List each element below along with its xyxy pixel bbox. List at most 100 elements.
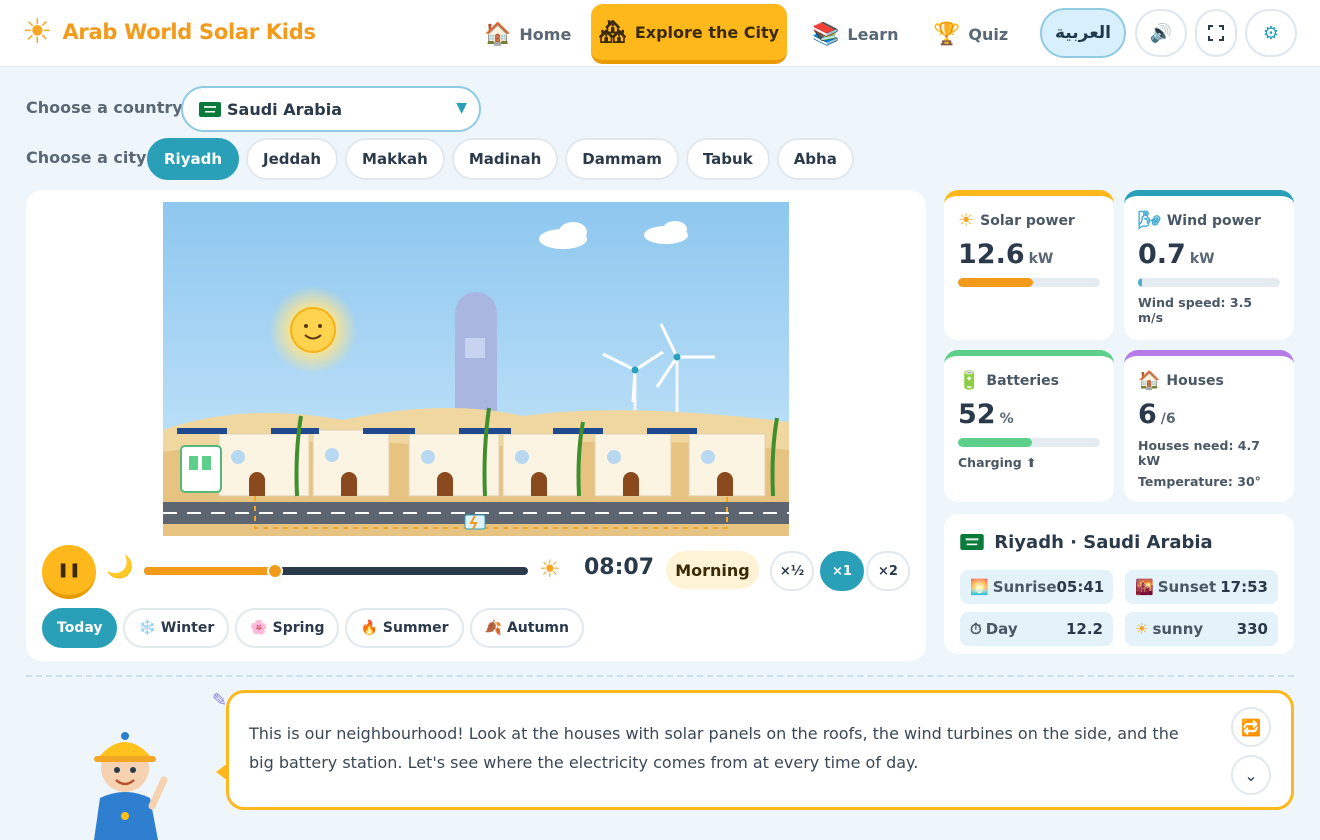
sunset-label: Sunset bbox=[1157, 578, 1217, 596]
sunrise-icon: 🌅 bbox=[970, 578, 989, 596]
wind-icon: 🌬 bbox=[1138, 210, 1161, 231]
guide-mascot bbox=[94, 732, 168, 840]
country-label: Choose a country bbox=[26, 98, 183, 117]
section-divider bbox=[26, 675, 1294, 677]
season-label: Winter bbox=[160, 620, 215, 636]
nav-quiz[interactable]: 🏆 Quiz bbox=[933, 4, 1008, 64]
solar-power-label: Solar power bbox=[980, 212, 1075, 229]
batteries-card: 🔋 Batteries 52% Charging ⬆ bbox=[944, 350, 1114, 502]
app-title: Arab World Solar Kids bbox=[62, 20, 316, 44]
sound-button[interactable]: 🔊 bbox=[1135, 9, 1187, 57]
wind-power-card: 🌬 Wind power 0.7 kW Wind speed: 3.5 m/s bbox=[1124, 190, 1294, 340]
season-winter[interactable]: ❄️ Winter bbox=[123, 608, 230, 648]
solar-power-value: 12.6 bbox=[958, 239, 1025, 270]
next-button[interactable]: ⌄ bbox=[1231, 755, 1271, 795]
top-bar: ☀ Arab World Solar Kids 🏠 Home 🏘 Explore… bbox=[0, 0, 1320, 67]
speed-button-1[interactable]: ×1 bbox=[820, 551, 864, 591]
day-length-chip: ⏱ Day 12.2 bbox=[960, 612, 1113, 646]
fullscreen-icon bbox=[1208, 25, 1224, 41]
houses-label: Houses bbox=[1166, 372, 1224, 389]
guide-text: This is our neighbourhood! Look at the h… bbox=[249, 724, 1179, 772]
time-slider-knob[interactable] bbox=[266, 563, 283, 579]
settings-button[interactable]: ⚙ bbox=[1245, 9, 1297, 57]
speed-button-2[interactable]: ×2 bbox=[866, 551, 910, 591]
country-select[interactable]: Saudi Arabia ▼ bbox=[181, 86, 481, 132]
season-spring[interactable]: 🌸 Spring bbox=[235, 608, 340, 648]
weather-value: 330 bbox=[1236, 620, 1268, 638]
houses-value: 6 bbox=[1138, 399, 1157, 430]
sunset-chip: 🌇 Sunset 17:53 bbox=[1125, 570, 1278, 604]
sunrise-chip: 🌅 Sunrise 05:41 bbox=[960, 570, 1113, 604]
fullscreen-button[interactable] bbox=[1195, 9, 1237, 57]
city-info-card: Riyadh · Saudi Arabia 🌅 Sunrise 05:41 🌇 … bbox=[944, 514, 1294, 654]
solar-power-unit: kW bbox=[1028, 251, 1054, 267]
time-slider[interactable] bbox=[144, 563, 528, 579]
city-label: Choose a city bbox=[26, 148, 147, 167]
season-label: Today bbox=[57, 620, 103, 636]
house-icon: 🏠 bbox=[484, 21, 512, 47]
saudi-flag-icon bbox=[960, 534, 984, 550]
solar-power-bar-fill bbox=[958, 278, 1034, 287]
city-scene-card: ❚❚ 🌙 ☀ 08:07 Morning ×½ ×1 ×2 Today ❄️ Winte… bbox=[26, 190, 926, 661]
nav-home-label: Home bbox=[519, 24, 572, 44]
battery-icon: 🔋 bbox=[958, 370, 981, 391]
pause-icon: ❚❚ bbox=[57, 562, 81, 578]
houses-card: 🏠 Houses 6/6 Houses need: 4.7 kW Temperat… bbox=[1124, 350, 1294, 502]
day-length-value: 12.2 bbox=[1065, 620, 1103, 638]
wind-speed-note: Wind speed: 3.5 m/s bbox=[1138, 295, 1253, 325]
city-option-riyadh[interactable]: Riyadh bbox=[147, 138, 240, 180]
guide-speech-bubble: This is our neighbourhood! Look at the h… bbox=[216, 690, 1294, 810]
wind-power-label: Wind power bbox=[1166, 212, 1261, 229]
season-list: Today ❄️ Winter 🌸 Spring 🔥 Summer 🍂 Autumn bbox=[42, 608, 584, 648]
chevron-down-icon: ⌄ bbox=[1244, 765, 1258, 785]
moon-icon: 🌙 bbox=[106, 555, 134, 580]
city-option-makkah[interactable]: Makkah bbox=[345, 138, 445, 180]
sunset-value: 17:53 bbox=[1220, 578, 1268, 596]
season-summer-icon: 🔥 bbox=[360, 620, 378, 636]
pause-button[interactable]: ❚❚ bbox=[42, 545, 96, 599]
dropdown-arrow-icon: ▼ bbox=[456, 100, 467, 116]
city-icon: 🏘 bbox=[598, 19, 627, 45]
sun-logo-icon: ☀ bbox=[22, 12, 53, 52]
sunrise-label: Sunrise bbox=[992, 578, 1057, 596]
weather-chip: ☀ sunny 330 bbox=[1125, 612, 1278, 646]
season-label: Summer bbox=[382, 620, 449, 636]
nav-learn[interactable]: 📚 Learn bbox=[812, 4, 899, 64]
batteries-unit: % bbox=[999, 411, 1014, 427]
city-option-jeddah[interactable]: Jeddah bbox=[246, 138, 339, 180]
season-label: Autumn bbox=[506, 620, 569, 636]
language-button[interactable]: العربية bbox=[1040, 8, 1126, 58]
nav-explore-city[interactable]: 🏘 Explore the City bbox=[591, 4, 787, 64]
speech-tail bbox=[216, 763, 228, 781]
batteries-value: 52 bbox=[958, 399, 996, 430]
city-option-madinah[interactable]: Madinah bbox=[451, 138, 559, 180]
books-icon: 📚 bbox=[812, 21, 840, 47]
speaker-icon: 🔊 bbox=[1149, 22, 1173, 44]
sun-icon: ☀ bbox=[958, 210, 975, 231]
charging-note: Charging ⬆ bbox=[958, 455, 1037, 470]
city-info-title: Riyadh · Saudi Arabia bbox=[994, 532, 1213, 553]
season-today[interactable]: Today bbox=[42, 608, 118, 648]
nav-learn-label: Learn bbox=[847, 24, 899, 44]
season-autumn-icon: 🍂 bbox=[484, 620, 502, 636]
season-winter-icon: ❄️ bbox=[138, 620, 156, 636]
season-autumn[interactable]: 🍂 Autumn bbox=[469, 608, 584, 648]
replay-button[interactable]: 🔁 bbox=[1231, 707, 1271, 747]
city-option-abha[interactable]: Abha bbox=[776, 138, 854, 180]
nav-home[interactable]: 🏠 Home bbox=[484, 4, 571, 64]
brand[interactable]: ☀ Arab World Solar Kids bbox=[22, 10, 316, 54]
weather-label: sunny bbox=[1152, 620, 1204, 638]
city-option-dammam[interactable]: Dammam bbox=[565, 138, 679, 180]
city-scene[interactable] bbox=[163, 202, 789, 536]
houses-unit: /6 bbox=[1160, 411, 1176, 427]
speed-button-0[interactable]: ×½ bbox=[770, 551, 814, 591]
wind-power-unit: kW bbox=[1189, 251, 1215, 267]
sun-icon: ☀ bbox=[1135, 620, 1149, 638]
repeat-icon: 🔁 bbox=[1241, 717, 1261, 737]
day-phase-badge: Morning bbox=[666, 551, 759, 589]
solar-power-bar bbox=[958, 278, 1100, 287]
sunrise-value: 05:41 bbox=[1056, 578, 1105, 596]
season-summer[interactable]: 🔥 Summer bbox=[345, 608, 464, 648]
day-length-label: Day bbox=[985, 620, 1018, 638]
city-option-tabuk[interactable]: Tabuk bbox=[685, 138, 770, 180]
